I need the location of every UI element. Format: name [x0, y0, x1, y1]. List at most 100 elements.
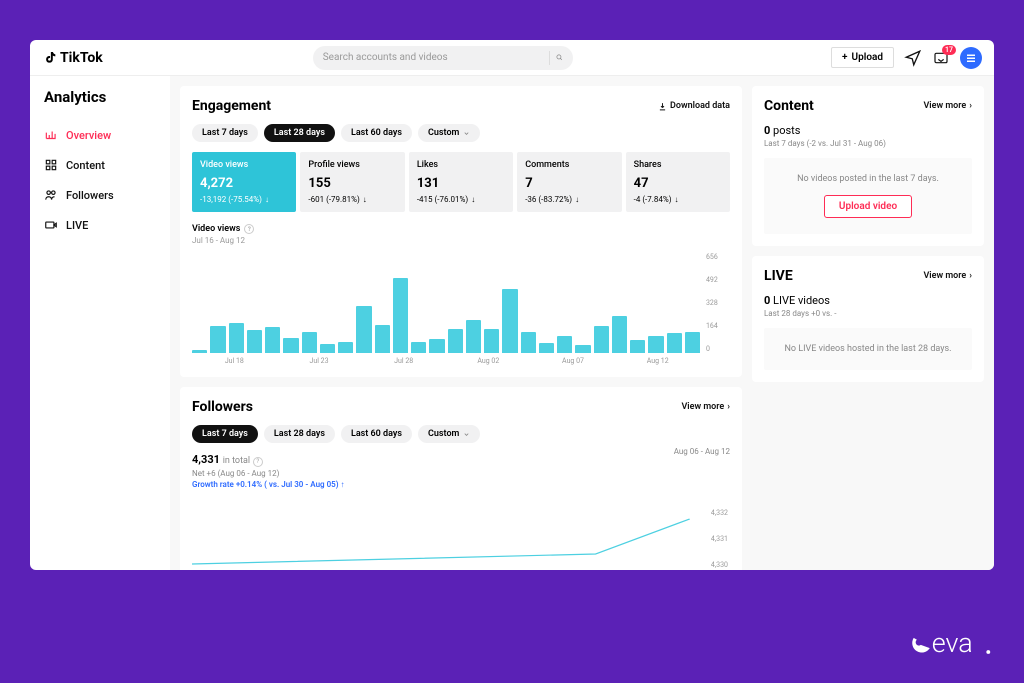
- tab-last-60[interactable]: Last 60 days: [341, 425, 412, 443]
- live-view-more[interactable]: View more ›: [923, 271, 972, 281]
- engagement-title: Engagement: [192, 98, 271, 114]
- chart-bar: [612, 316, 627, 353]
- inbox-badge: 17: [942, 45, 956, 55]
- chart-bar: [247, 330, 262, 353]
- sidebar-item-content[interactable]: Content: [44, 150, 156, 180]
- trend-down-icon: ↓: [471, 195, 475, 204]
- bar-chart: 656 492 328 164 0: [192, 253, 730, 353]
- chart-bar: [594, 326, 609, 353]
- content-view-more[interactable]: View more ›: [923, 101, 972, 111]
- followers-view-more[interactable]: View more ›: [681, 402, 730, 412]
- center-column: Engagement Download data Last 7 days Las…: [180, 86, 742, 560]
- chart-bar: [192, 350, 207, 353]
- engagement-tabs: Last 7 days Last 28 days Last 60 days Cu…: [192, 124, 730, 142]
- chart-bars: [192, 253, 706, 353]
- metric-video-views[interactable]: Video views 4,272 -13,192 (-75.54%) ↓: [192, 152, 296, 212]
- chart-bar: [375, 325, 390, 353]
- metric-value: 7: [525, 176, 613, 191]
- download-label: Download data: [670, 101, 730, 111]
- right-column: Content View more › 0 posts Last 7 days …: [752, 86, 984, 560]
- metric-likes[interactable]: Likes 131 -415 (-76.01%) ↓: [409, 152, 513, 212]
- tab-last-60[interactable]: Last 60 days: [341, 124, 412, 142]
- metric-label: Likes: [417, 160, 505, 170]
- followers-card: Followers View more › Last 7 days Last 2…: [180, 387, 742, 570]
- chart-bar: [521, 332, 536, 353]
- content-card: Content View more › 0 posts Last 7 days …: [752, 86, 984, 246]
- content-empty-box: No videos posted in the last 7 days. Upl…: [764, 158, 972, 234]
- tab-last-28[interactable]: Last 28 days: [264, 124, 335, 142]
- sidebar-item-followers[interactable]: Followers: [44, 180, 156, 210]
- line-chart: 4,332 4,331 4,330: [192, 509, 730, 569]
- chevron-right-icon: ›: [727, 402, 730, 412]
- avatar[interactable]: [960, 47, 982, 69]
- chart-bar: [320, 344, 335, 353]
- content-sub: Last 7 days (-2 vs. Jul 31 - Aug 06): [764, 139, 972, 148]
- chart-title: Video views ?: [192, 224, 730, 234]
- metric-comments[interactable]: Comments 7 -36 (-83.72%) ↓: [517, 152, 621, 212]
- engagement-metrics: Video views 4,272 -13,192 (-75.54%) ↓ Pr…: [192, 152, 730, 212]
- metric-profile-views[interactable]: Profile views 155 -601 (-79.81%) ↓: [300, 152, 404, 212]
- followers-growth: Growth rate +0.14% ( vs. Jul 30 - Aug 05…: [192, 480, 730, 489]
- content-empty-text: No videos posted in the last 7 days.: [774, 174, 962, 184]
- main: Engagement Download data Last 7 days Las…: [170, 76, 994, 570]
- top-bar: TikTok Search accounts and videos + Uplo…: [30, 40, 994, 76]
- chart-bar: [448, 329, 463, 353]
- trend-down-icon: ↓: [575, 195, 579, 204]
- followers-total: 4,331: [192, 453, 220, 466]
- metric-label: Comments: [525, 160, 613, 170]
- chart-bar: [685, 332, 700, 353]
- chart-bar: [484, 329, 499, 353]
- chart-bar: [411, 342, 426, 353]
- sidebar-item-live[interactable]: LIVE: [44, 210, 156, 240]
- tab-custom[interactable]: Custom: [418, 425, 480, 443]
- live-card: LIVE View more › 0 LIVE videos Last 28 d…: [752, 256, 984, 382]
- metric-value: 155: [308, 176, 396, 191]
- tiktok-icon: [42, 50, 58, 66]
- app-window: TikTok Search accounts and videos + Uplo…: [30, 40, 994, 570]
- grid-icon: [44, 158, 58, 172]
- chart-bar: [338, 342, 353, 353]
- sidebar: Analytics Overview Content Followers LIV…: [30, 76, 170, 570]
- chart-bar: [466, 320, 481, 353]
- download-data-button[interactable]: Download data: [658, 101, 730, 111]
- body: Analytics Overview Content Followers LIV…: [30, 76, 994, 570]
- tab-custom[interactable]: Custom: [418, 124, 480, 142]
- metric-value: 4,272: [200, 176, 288, 191]
- chart-bar: [229, 323, 244, 353]
- search-box[interactable]: Search accounts and videos: [313, 46, 573, 70]
- inbox-icon[interactable]: 17: [932, 49, 950, 67]
- brand-logo[interactable]: TikTok: [42, 50, 103, 66]
- metric-delta: -415 (-76.01%) ↓: [417, 195, 505, 204]
- sidebar-item-label: Content: [66, 159, 105, 172]
- live-sub: Last 28 days +0 vs. -: [764, 309, 972, 318]
- content-header: Content View more ›: [764, 98, 972, 114]
- followers-title: Followers: [192, 399, 253, 415]
- engagement-card: Engagement Download data Last 7 days Las…: [180, 86, 742, 377]
- tab-last-7[interactable]: Last 7 days: [192, 124, 258, 142]
- x-axis: Jul 18 Jul 23 Jul 28 Aug 02 Aug 07 Aug 1…: [192, 357, 730, 365]
- live-title: LIVE: [764, 268, 793, 284]
- upload-button[interactable]: + Upload: [831, 47, 894, 68]
- chevron-down-icon: [463, 431, 470, 438]
- content-title: Content: [764, 98, 814, 114]
- svg-text:eva: eva: [932, 627, 973, 659]
- live-icon: [44, 218, 58, 232]
- upload-video-button[interactable]: Upload video: [824, 195, 912, 218]
- tab-last-28[interactable]: Last 28 days: [264, 425, 335, 443]
- download-icon: [658, 102, 667, 111]
- metric-delta: -601 (-79.81%) ↓: [308, 195, 396, 204]
- followers-header: Followers View more ›: [192, 399, 730, 415]
- line-y-axis: 4,332 4,331 4,330: [700, 509, 730, 569]
- sidebar-title: Analytics: [44, 88, 156, 106]
- search-icon[interactable]: [549, 51, 563, 65]
- chart-bar: [356, 306, 371, 353]
- send-icon[interactable]: [904, 49, 922, 67]
- info-icon[interactable]: ?: [253, 457, 263, 467]
- info-icon[interactable]: ?: [244, 224, 254, 234]
- metric-delta: -4 (-7.84%) ↓: [634, 195, 722, 204]
- sidebar-item-overview[interactable]: Overview: [44, 120, 156, 150]
- followers-tabs: Last 7 days Last 28 days Last 60 days Cu…: [192, 425, 730, 443]
- chart-icon: [44, 128, 58, 142]
- metric-shares[interactable]: Shares 47 -4 (-7.84%) ↓: [626, 152, 730, 212]
- tab-last-7[interactable]: Last 7 days: [192, 425, 258, 443]
